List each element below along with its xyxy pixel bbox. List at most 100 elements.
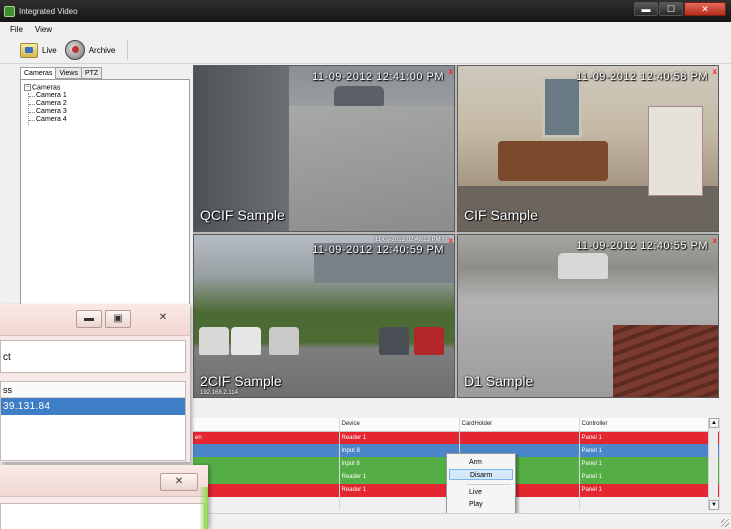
video-scene [498,141,608,181]
video-label: CIF Sample [464,207,538,223]
live-button[interactable]: Live [20,42,57,58]
event-cardholder [459,431,580,445]
event-device: Reader 1 [339,431,460,445]
event-device: Input 8 [339,444,460,458]
archive-icon [64,40,85,60]
event-row[interactable]: en Reader 1 Panel 1 [193,431,720,445]
video-timestamp: 11-09-2012 12:40:58 PM [576,71,708,83]
video-label: QCIF Sample [200,207,285,223]
overlay-title-bar[interactable]: ▬ ▣ ✕ [0,304,190,336]
video-label: D1 Sample [464,373,534,389]
close-button[interactable]: ✕ [160,473,198,491]
video-tile-cif[interactable]: 11-09-2012 12:40:58 PM x CIF Sample [457,65,719,232]
close-button[interactable]: ✕ [684,2,726,16]
tree-connector [29,112,35,113]
toolbar-separator [127,40,129,60]
overlay-body [0,497,208,529]
resize-grip-icon[interactable] [721,519,729,527]
overlay-body: ct ss 39.131.84 [0,336,190,462]
video-label: 2CIF Sample [200,373,282,389]
event-controller: Panel 1 [579,444,720,458]
column-header-controller[interactable]: Controller [579,418,720,432]
video-scene [199,327,449,367]
video-grid: 11-09-2012 12:41:00 PM x QCIF Sample 11-… [193,65,719,398]
column-header-device[interactable]: Device [339,418,460,432]
minimize-button[interactable]: ▬ [76,310,102,328]
event-controller: Panel 1 [579,457,720,471]
tree-connector [29,104,35,105]
tab-views[interactable]: Views [55,67,82,79]
overlay-list: ss 39.131.84 [0,381,186,461]
collapse-icon[interactable]: − [24,84,31,91]
close-video-icon[interactable]: x [449,67,453,76]
overlay-window: ▬ ▣ ✕ ct ss 39.131.84 [0,304,190,462]
live-icon [20,42,38,58]
focus-glow [200,487,208,529]
context-menu: Arm Disarm Live Play [446,453,516,516]
video-timestamp: 11-09-2012 12:41:00 PM [312,71,444,83]
video-tile-qcif[interactable]: 11-09-2012 12:41:00 PM x QCIF Sample [193,65,455,232]
video-scene [558,253,608,279]
event-controller: Panel 1 [579,470,720,484]
tree-item-camera-2[interactable]: Camera 2 [36,100,67,108]
menu-file[interactable]: File [10,25,23,34]
menu-separator [467,484,511,485]
column-header-cardholder[interactable]: CardHolder [459,418,580,432]
overlay-text-field[interactable] [0,503,205,529]
live-label: Live [42,45,57,55]
overlay-list-header[interactable]: ss [1,382,185,398]
video-scene [289,106,454,231]
menu-view[interactable]: View [35,25,52,34]
event-cell [193,483,340,497]
toolbar: Live Archive [0,37,731,64]
events-scrollbar[interactable]: ▲ ▼ [708,418,719,510]
overlay-text-field[interactable]: ct [0,340,186,373]
event-controller: Panel 1 [579,483,720,497]
menu-item-play[interactable]: Play [449,499,513,510]
video-scene [542,76,582,138]
video-timestamp: 11-09-2012 12:40:55 PM [576,240,708,252]
video-tile-2cif[interactable]: 11-09-2012 02:48:13 PM Fr 11-09-2012 12:… [193,234,455,398]
overlay-list-row-selected[interactable]: 39.131.84 [1,398,185,415]
close-button[interactable]: ✕ [150,310,176,328]
archive-label: Archive [88,45,116,55]
event-controller: Panel 1 [579,431,720,445]
overlay-window-2: ✕ [0,465,208,529]
minimize-button[interactable]: ▬ [634,2,658,16]
scroll-up-arrow-icon[interactable]: ▲ [709,418,719,428]
caption-buttons: ▬ ☐ ✕ [633,2,726,16]
event-cell [193,444,340,458]
tree-item-camera-1[interactable]: Camera 1 [36,92,67,100]
event-cell [193,470,340,484]
title-bar[interactable]: Integrated Video ▬ ☐ ✕ [0,0,731,22]
maximize-button[interactable]: ☐ [659,2,683,16]
menu-item-arm[interactable]: Arm [449,457,513,468]
maximize-button[interactable]: ▣ [105,310,131,328]
archive-button[interactable]: Archive [64,40,116,60]
event-device: Input 8 [339,457,460,471]
scroll-down-arrow-icon[interactable]: ▼ [709,500,719,510]
overlay-title-bar[interactable]: ✕ [0,465,208,497]
close-video-icon[interactable]: x [449,236,453,245]
window-title: Integrated Video [19,6,78,16]
tree-connector [29,120,35,121]
tree-item-camera-3[interactable]: Camera 3 [36,108,67,116]
close-video-icon[interactable]: x [713,236,717,245]
tree-connector [29,96,35,97]
menu-item-disarm[interactable]: Disarm [449,469,513,480]
video-scene [613,325,718,397]
menu-bar: File View [0,22,731,37]
events-header-row: Device CardHolder Controller [193,418,720,432]
tree-item-camera-4[interactable]: Camera 4 [36,116,67,124]
event-device: Reader 1 [339,470,460,484]
close-video-icon[interactable]: x [713,67,717,76]
video-scene [648,106,703,196]
tab-ptz[interactable]: PTZ [80,67,103,79]
event-cell [193,457,340,471]
event-device: Reader 1 [339,483,460,497]
event-cell: en [193,431,340,445]
tree-root-label: Cameras [32,84,61,92]
video-tile-d1[interactable]: 11-09-2012 12:40:55 PM x D1 Sample [457,234,719,398]
menu-item-live[interactable]: Live [449,487,513,498]
column-header[interactable] [193,418,340,432]
